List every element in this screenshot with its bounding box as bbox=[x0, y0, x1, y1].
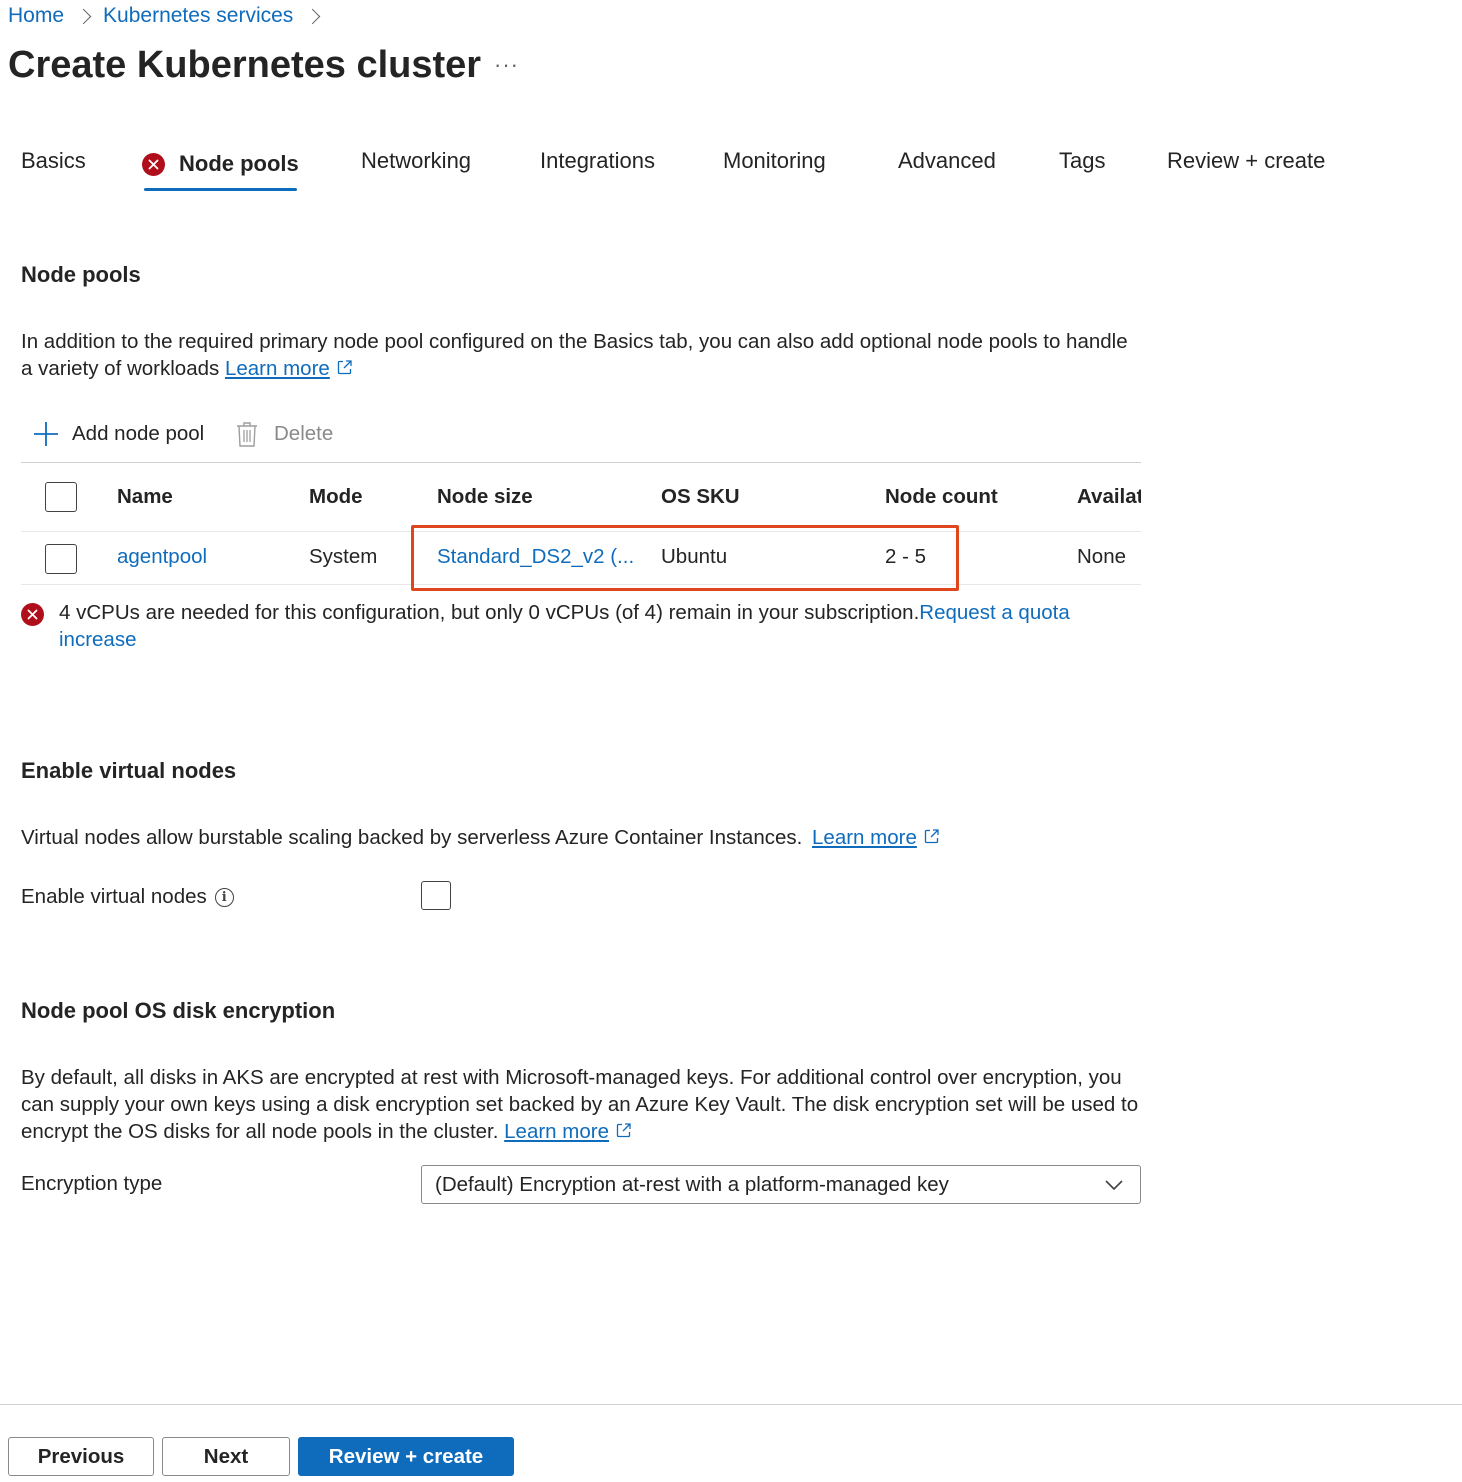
column-header-availability[interactable]: Availat bbox=[1077, 485, 1141, 509]
enable-virtual-nodes-checkbox[interactable] bbox=[421, 881, 451, 910]
node-pool-os-sku: Ubuntu bbox=[661, 545, 728, 568]
row-select-checkbox[interactable] bbox=[45, 544, 77, 574]
select-all-checkbox[interactable] bbox=[45, 482, 77, 512]
page-title: Create Kubernetes cluster bbox=[8, 44, 482, 86]
learn-more-link[interactable]: Learn more bbox=[812, 826, 917, 849]
node-pool-availability: None bbox=[1077, 545, 1127, 568]
section-title-disk-encryption: Node pool OS disk encryption bbox=[21, 998, 336, 1023]
node-pool-mode: System bbox=[309, 545, 378, 568]
chevron-right-icon bbox=[75, 8, 92, 24]
next-button[interactable]: Next bbox=[162, 1437, 290, 1476]
column-header-node-count[interactable]: Node count bbox=[885, 485, 998, 509]
column-header-name[interactable]: Name bbox=[117, 485, 173, 509]
breadcrumb-kubernetes-services[interactable]: Kubernetes services bbox=[103, 4, 293, 28]
tab-node-pools-label: Node pools bbox=[179, 151, 299, 176]
section-title-node-pools: Node pools bbox=[21, 262, 141, 287]
virtual-nodes-description-text: Virtual nodes allow burstable scaling ba… bbox=[21, 826, 803, 849]
tab-basics[interactable]: Basics bbox=[21, 148, 86, 180]
info-icon[interactable]: i bbox=[214, 887, 234, 907]
encryption-type-selected: (Default) Encryption at-rest with a plat… bbox=[435, 1172, 949, 1196]
quota-error-text: 4 vCPUs are needed for this configuratio… bbox=[59, 601, 920, 624]
add-icon bbox=[34, 422, 58, 446]
active-tab-indicator bbox=[144, 188, 297, 191]
row-divider bbox=[21, 531, 1141, 532]
add-node-pool-button[interactable]: Add node pool bbox=[33, 418, 204, 450]
add-node-pool-label: Add node pool bbox=[72, 422, 205, 445]
column-header-mode[interactable]: Mode bbox=[309, 485, 363, 509]
node-pools-description: In addition to the required primary node… bbox=[21, 328, 1131, 382]
external-link-icon bbox=[616, 1123, 631, 1138]
encryption-type-label: Encryption type bbox=[21, 1172, 163, 1195]
node-size-link[interactable]: Standard_DS2_v2 (... bbox=[437, 545, 634, 569]
node-pool-name-link[interactable]: agentpool bbox=[117, 545, 207, 569]
review-create-button[interactable]: Review + create bbox=[298, 1437, 514, 1476]
tab-monitoring[interactable]: Monitoring bbox=[723, 148, 826, 180]
delete-label: Delete bbox=[274, 422, 334, 445]
quota-error-message: 4 vCPUs are needed for this configuratio… bbox=[59, 599, 1119, 653]
learn-more-link[interactable]: Learn more bbox=[225, 357, 330, 380]
chevron-down-icon bbox=[1105, 1180, 1123, 1191]
delete-button[interactable]: Delete bbox=[236, 418, 333, 450]
external-link-icon bbox=[924, 829, 939, 844]
section-title-virtual-nodes: Enable virtual nodes bbox=[21, 758, 237, 783]
column-header-os-sku[interactable]: OS SKU bbox=[661, 485, 740, 509]
divider bbox=[21, 462, 1141, 463]
footer-divider bbox=[0, 1404, 1462, 1405]
virtual-nodes-description: Virtual nodes allow burstable scaling ba… bbox=[21, 824, 1131, 851]
tab-integrations[interactable]: Integrations bbox=[540, 148, 655, 180]
encryption-type-dropdown[interactable]: (Default) Encryption at-rest with a plat… bbox=[421, 1165, 1141, 1204]
encryption-description: By default, all disks in AKS are encrypt… bbox=[21, 1064, 1141, 1145]
tab-advanced[interactable]: Advanced bbox=[898, 148, 996, 180]
tab-node-pools[interactable]: Node pools bbox=[142, 148, 299, 180]
node-pools-description-text: In addition to the required primary node… bbox=[21, 330, 1128, 380]
external-link-icon bbox=[337, 360, 352, 375]
enable-virtual-nodes-label: Enable virtual nodes i bbox=[21, 883, 234, 911]
node-pool-node-count: 2 - 5 bbox=[885, 545, 927, 568]
tab-review-create[interactable]: Review + create bbox=[1167, 148, 1325, 180]
column-header-node-size[interactable]: Node size bbox=[437, 485, 533, 509]
enable-virtual-nodes-label-text: Enable virtual nodes bbox=[21, 885, 207, 908]
error-icon bbox=[21, 603, 44, 626]
breadcrumb-home[interactable]: Home bbox=[8, 4, 64, 28]
row-divider bbox=[21, 584, 1141, 585]
tab-tags[interactable]: Tags bbox=[1059, 148, 1105, 180]
chevron-right-icon bbox=[305, 8, 321, 24]
trash-icon bbox=[237, 422, 257, 447]
more-options-button[interactable]: ··· bbox=[494, 52, 519, 78]
breadcrumb: Home Kubernetes services bbox=[8, 2, 332, 30]
previous-button[interactable]: Previous bbox=[8, 1437, 154, 1476]
error-icon bbox=[142, 152, 165, 176]
tab-networking[interactable]: Networking bbox=[361, 148, 471, 180]
learn-more-link[interactable]: Learn more bbox=[504, 1120, 609, 1143]
